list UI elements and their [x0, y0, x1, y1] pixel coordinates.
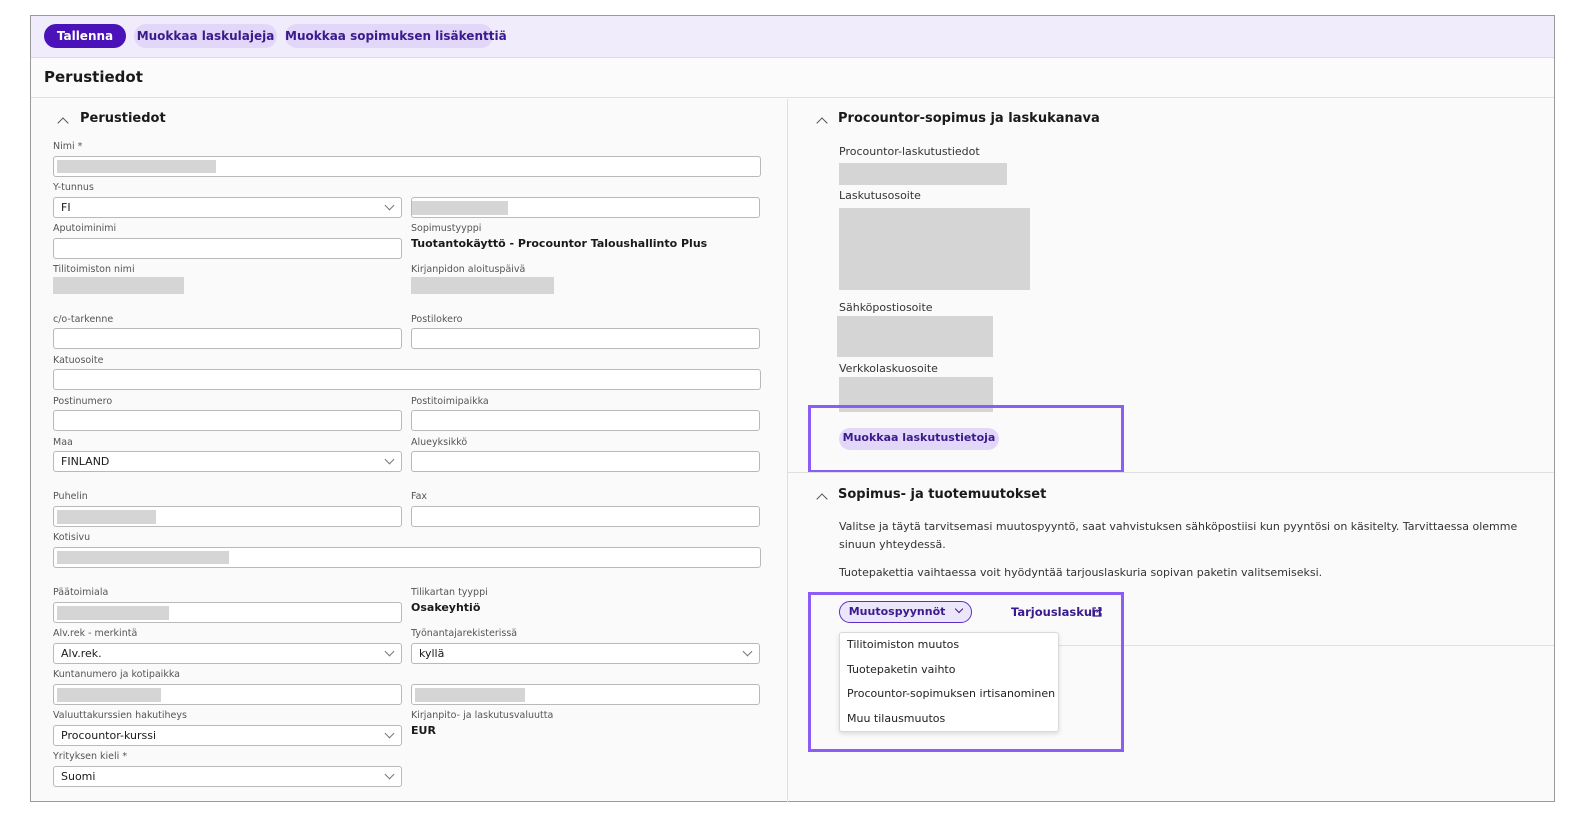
email-value [837, 316, 993, 357]
email-label: Sähköpostiosoite [839, 301, 933, 314]
business-id-country-select[interactable]: FI [53, 197, 402, 218]
industry-field[interactable] [53, 602, 402, 623]
vat-label: Alv.rek - merkintä [53, 628, 138, 639]
redacted-value [57, 606, 169, 620]
redacted-value [415, 688, 525, 702]
city-field[interactable] [411, 410, 760, 431]
accounting-office-label: Tilitoimiston nimi [53, 264, 135, 275]
redacted-value [57, 551, 229, 564]
chevron-down-icon [384, 728, 395, 739]
redacted-value [57, 510, 156, 524]
co-field[interactable] [53, 328, 402, 349]
auxiliary-name-label: Aputoiminimi [53, 223, 117, 234]
currency-value: EUR [411, 724, 436, 737]
chart-type-label: Tilikartan tyyppi [411, 587, 488, 598]
region-field[interactable] [411, 451, 760, 472]
language-label: Yrityksen kieli * [53, 751, 128, 762]
app-frame: Tallenna Muokkaa laskulajeja Muokkaa sop… [30, 15, 1555, 802]
accounting-start-label: Kirjanpidon aloituspäivä [411, 264, 526, 275]
name-field[interactable] [53, 156, 761, 177]
website-label: Kotisivu [53, 532, 91, 543]
accounting-start-value [411, 277, 554, 294]
vat-value: Alv.rek. [61, 647, 102, 660]
co-label: c/o-tarkenne [53, 314, 114, 325]
employer-label: Työnantajarekisterissä [411, 628, 518, 639]
auxiliary-name-field[interactable] [53, 238, 402, 259]
page-title: Perustiedot [44, 68, 143, 86]
section-divider [788, 472, 1554, 473]
chart-type-value: Osakeyhtiö [411, 601, 481, 614]
currency-label: Kirjanpito- ja laskutusvaluutta [411, 710, 554, 721]
changes-section-title: Sopimus- ja tuotemuutokset [838, 487, 1047, 502]
chevron-down-icon [384, 200, 395, 211]
country-select[interactable]: FINLAND [53, 451, 402, 472]
billing-section-title: Procountor-sopimus ja laskukanava [838, 111, 1100, 126]
fx-label: Valuuttakurssien hakutiheys [53, 710, 187, 721]
fax-field[interactable] [411, 506, 760, 527]
country-value: FINLAND [61, 455, 110, 468]
highlight-box-billing [808, 405, 1124, 473]
save-button[interactable]: Tallenna [44, 24, 126, 48]
billing-info-value [839, 163, 1007, 185]
phone-label: Puhelin [53, 491, 88, 502]
street-field[interactable] [53, 369, 761, 390]
contract-type-label: Sopimustyyppi [411, 223, 482, 234]
postal-code-field[interactable] [53, 410, 402, 431]
industry-label: Päätoimiala [53, 587, 109, 598]
collapse-changes-icon[interactable] [816, 493, 828, 505]
column-divider [787, 99, 788, 802]
municipality-number-field[interactable] [53, 684, 402, 705]
billing-address-value [839, 208, 1030, 290]
einvoice-label: Verkkolaskuosoite [839, 362, 938, 375]
fx-select[interactable]: Procountor-kurssi [53, 725, 402, 746]
redacted-value [57, 688, 161, 702]
business-id-field[interactable] [411, 197, 760, 218]
language-select[interactable]: Suomi [53, 766, 402, 787]
street-label: Katuosoite [53, 355, 104, 366]
business-id-label: Y-tunnus [53, 182, 94, 193]
fx-value: Procountor-kurssi [61, 729, 157, 742]
municipality-label: Kuntanumero ja kotipaikka [53, 669, 180, 680]
po-box-field[interactable] [411, 328, 760, 349]
redacted-value [57, 160, 216, 173]
chevron-down-icon [384, 646, 395, 657]
redacted-value [412, 201, 508, 215]
toolbar: Tallenna Muokkaa laskulajeja Muokkaa sop… [31, 16, 1554, 58]
chevron-down-icon [742, 646, 753, 657]
collapse-billing-icon[interactable] [816, 117, 828, 129]
business-id-country-value: FI [61, 201, 71, 214]
employer-select[interactable]: kyllä [411, 643, 760, 664]
vat-select[interactable]: Alv.rek. [53, 643, 402, 664]
billing-info-label: Procountor-laskutustiedot [839, 145, 980, 158]
language-value: Suomi [61, 770, 96, 783]
city-label: Postitoimipaikka [411, 396, 489, 407]
changes-description: Valitse ja täytä tarvitsemasi muutospyyn… [839, 520, 1518, 551]
name-label: Nimi * [53, 141, 83, 152]
edit-contract-extra-fields-button[interactable]: Muokkaa sopimuksen lisäkenttiä [285, 24, 507, 48]
highlight-box-changes [808, 592, 1124, 752]
employer-value: kyllä [419, 647, 445, 660]
phone-field[interactable] [53, 506, 402, 527]
municipality-name-field[interactable] [411, 684, 760, 705]
fax-label: Fax [411, 491, 428, 502]
accounting-office-value [53, 277, 184, 294]
region-label: Alueyksikkö [411, 437, 468, 448]
basic-info-title: Perustiedot [80, 111, 166, 126]
country-label: Maa [53, 437, 73, 448]
calculator-hint: Tuotepakettia vaihtaessa voit hyödyntää … [839, 566, 1323, 579]
website-field[interactable] [53, 547, 761, 568]
po-box-label: Postilokero [411, 314, 463, 325]
chevron-down-icon [384, 769, 395, 780]
collapse-basic-icon[interactable] [57, 117, 69, 129]
section-divider [1059, 645, 1554, 646]
contract-type-value: Tuotantokäyttö - Procountor Taloushallin… [411, 237, 708, 250]
postal-code-label: Postinumero [53, 396, 113, 407]
page-header: Perustiedot [31, 59, 1554, 98]
billing-address-label: Laskutusosoite [839, 189, 921, 202]
edit-invoice-types-button[interactable]: Muokkaa laskulajeja [134, 24, 277, 48]
chevron-down-icon [384, 454, 395, 465]
